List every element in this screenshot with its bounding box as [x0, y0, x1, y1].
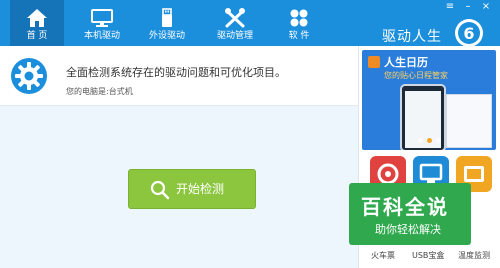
scan-info-card: 全面检测系统存在的驱动问题和可优化项目。 您的电脑是:台式机 — [0, 46, 358, 106]
tab-home-label: 首 页 — [26, 31, 48, 41]
tab-driver-management[interactable]: 驱动管理 — [210, 0, 260, 46]
slide-dot[interactable] — [417, 138, 423, 143]
tab-peripheral-drivers[interactable]: 外设驱动 — [140, 0, 194, 46]
start-scan-label: 开始检测 — [176, 182, 225, 196]
calendar-ad-banner[interactable]: 人生日历 您的贴心日程管家 — [362, 50, 496, 150]
watermark-subtitle: 助你轻松解决 — [375, 223, 441, 236]
svg-text:6: 6 — [463, 24, 474, 43]
tab-software-label: 软 件 — [288, 31, 310, 41]
minimize-button[interactable]: – — [462, 2, 474, 12]
tab-peripheral-drivers-label: 外设驱动 — [148, 31, 185, 41]
scan-headline: 全面检测系统存在的驱动问题和可优化项目。 — [66, 66, 286, 79]
slide-indicator — [362, 128, 496, 147]
ad-slogan: 您的贴心日程管家 — [384, 71, 448, 80]
slide-dot-active[interactable] — [426, 138, 432, 143]
watermark-badge: 百科全说 助你轻松解决 — [349, 183, 471, 245]
start-scan-button[interactable]: 开始检测 — [128, 169, 256, 209]
wrench-screwdriver-icon — [225, 8, 245, 28]
ad-title: 人生日历 — [384, 56, 428, 69]
close-button[interactable]: × — [480, 2, 492, 12]
gear-icon — [11, 58, 47, 94]
tab-local-drivers-label: 本机驱动 — [83, 31, 120, 41]
tab-home[interactable]: 首 页 — [10, 0, 64, 46]
tab-software[interactable]: 软 件 — [276, 0, 322, 46]
train-ticket-label: 火车票 — [371, 251, 395, 260]
calendar-app-icon — [368, 56, 380, 68]
usb-icon — [162, 8, 172, 27]
temperature-label: 温度监测 — [458, 251, 490, 260]
watermark-title: 百科全说 — [361, 195, 449, 219]
home-icon — [27, 9, 47, 27]
slide-dot[interactable] — [435, 138, 441, 143]
top-nav-bar: 首 页 本机驱动 外设驱动 驱动管理 软 件 ≡ – × 驱动人生 6 — [0, 0, 500, 47]
main-panel: 全面检测系统存在的驱动问题和可优化项目。 您的电脑是:台式机 开始检测 — [0, 46, 358, 268]
menu-button[interactable]: ≡ — [444, 2, 456, 12]
magnifier-icon — [150, 180, 170, 200]
usb-box-label: USB宝盒 — [412, 251, 445, 260]
monitor-icon — [91, 9, 113, 27]
tab-driver-management-label: 驱动管理 — [216, 31, 253, 41]
apps-icon — [290, 9, 308, 27]
pc-type-text: 您的电脑是:台式机 — [66, 87, 133, 96]
brand-name: 驱动人生 — [382, 29, 442, 45]
brand-logo-icon: 6 — [455, 19, 483, 47]
tab-local-drivers[interactable]: 本机驱动 — [78, 0, 126, 46]
